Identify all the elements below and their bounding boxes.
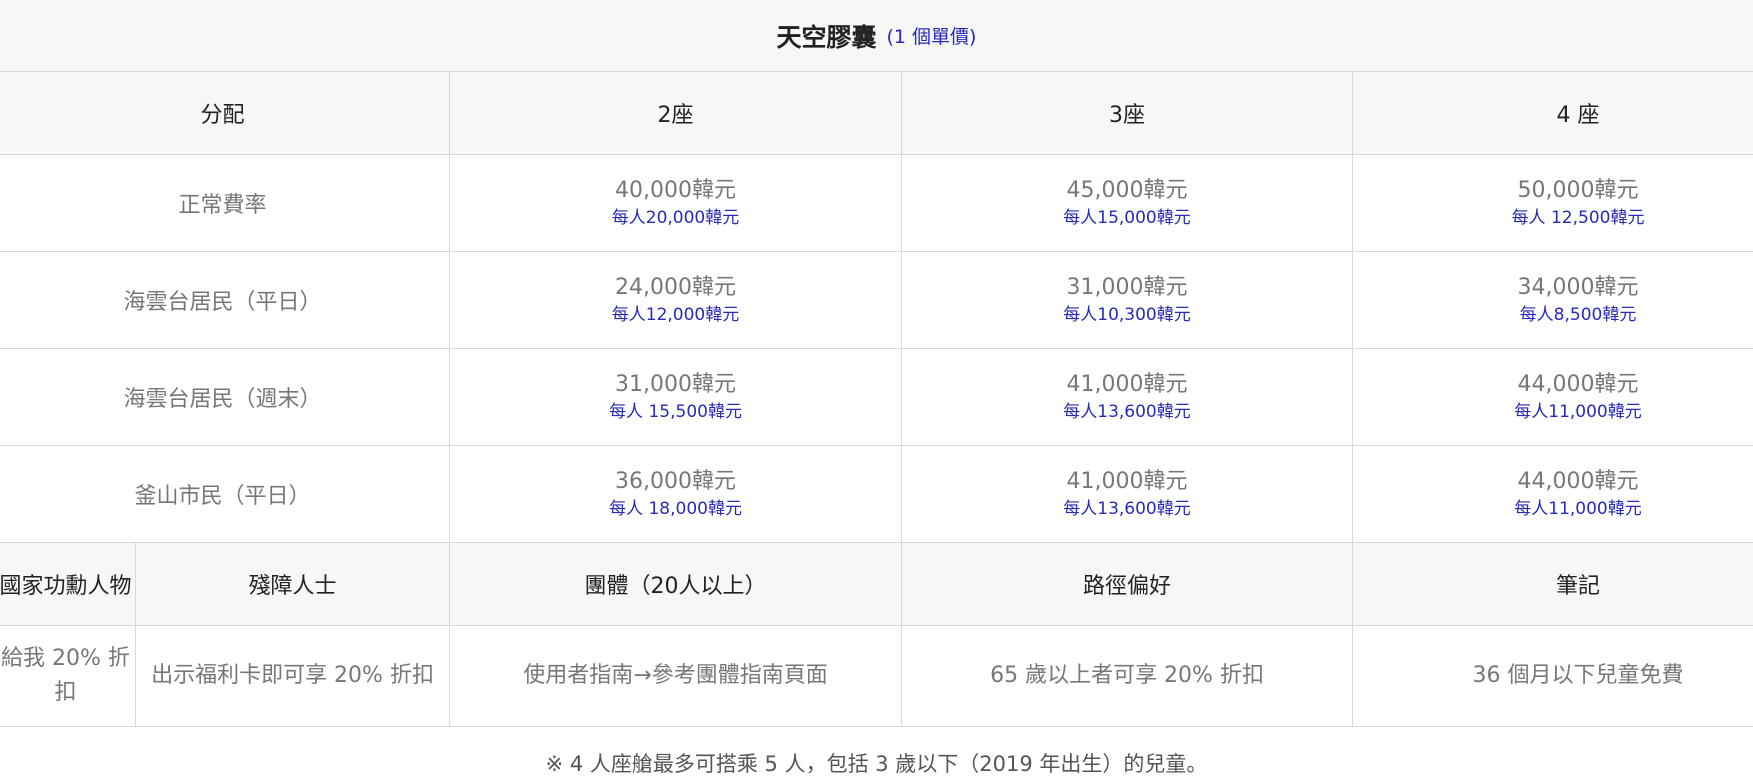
price-cell: 34,000韓元每人8,500韓元 bbox=[1352, 251, 1753, 349]
table-row: 海雲台居民（週末） 31,000韓元每人 15,500韓元 41,000韓元每人… bbox=[0, 348, 1753, 446]
rate-category-label: 海雲台居民（週末） bbox=[0, 348, 451, 446]
table-row: 正常費率 40,000韓元每人20,000韓元 45,000韓元每人15,000… bbox=[0, 154, 1753, 252]
price-cell: 44,000韓元每人11,000韓元 bbox=[1352, 445, 1753, 543]
price-cell: 45,000韓元每人15,000韓元 bbox=[901, 154, 1354, 252]
per-person-price: 每人20,000韓元 bbox=[611, 208, 740, 228]
discount-header-senior: 路徑偏好 bbox=[901, 542, 1354, 626]
per-person-price: 每人10,300韓元 bbox=[1063, 305, 1191, 325]
table-row: 釜山市民（平日） 36,000韓元每人 18,000韓元 41,000韓元每人1… bbox=[0, 445, 1753, 543]
rate-category-label: 正常費率 bbox=[0, 154, 451, 252]
per-person-price: 每人15,000韓元 bbox=[1063, 208, 1191, 228]
unit-price-note: (1 個單價) bbox=[886, 26, 977, 48]
discount-header-row: 國家功勳人物 殘障人士 團體（20人以上） 路徑偏好 筆記 bbox=[0, 542, 1753, 626]
price-cell: 41,000韓元每人13,600韓元 bbox=[901, 445, 1354, 543]
discount-header-veterans: 國家功勳人物 bbox=[0, 542, 136, 626]
total-price: 34,000韓元 bbox=[1517, 275, 1639, 300]
price-cell: 44,000韓元每人11,000韓元 bbox=[1352, 348, 1753, 446]
price-cell: 40,000韓元每人20,000韓元 bbox=[449, 154, 903, 252]
footnote: ※ 4 人座艙最多可搭乘 5 人，包括 3 歲以下（2019 年出生）的兒童。 bbox=[545, 752, 1208, 776]
price-cell: 24,000韓元每人12,000韓元 bbox=[449, 251, 903, 349]
total-price: 41,000韓元 bbox=[1066, 469, 1188, 494]
total-price: 31,000韓元 bbox=[1066, 275, 1188, 300]
per-person-price: 每人 18,000韓元 bbox=[609, 499, 742, 519]
total-price: 45,000韓元 bbox=[1066, 178, 1188, 203]
table-header-row: 分配 2座 3座 4 座 bbox=[0, 71, 1753, 155]
per-person-price: 每人 15,500韓元 bbox=[609, 402, 742, 422]
total-price: 36,000韓元 bbox=[615, 469, 736, 494]
total-price: 40,000韓元 bbox=[615, 178, 736, 203]
category-header: 分配 bbox=[0, 71, 451, 155]
table-row: 海雲台居民（平日） 24,000韓元每人12,000韓元 31,000韓元每人1… bbox=[0, 251, 1753, 349]
seat-3-header: 3座 bbox=[901, 71, 1354, 155]
discount-disabled-value: 出示福利卡即可享 20% 折扣 bbox=[134, 625, 451, 727]
per-person-price: 每人13,600韓元 bbox=[1063, 499, 1191, 519]
per-person-price: 每人12,000韓元 bbox=[611, 305, 740, 325]
total-price: 31,000韓元 bbox=[615, 372, 736, 397]
table-title-bar: 天空膠囊 (1 個單價) bbox=[0, 0, 1753, 72]
discount-header-notes: 筆記 bbox=[1352, 542, 1753, 626]
total-price: 24,000韓元 bbox=[615, 275, 736, 300]
discount-senior-value: 65 歲以上者可享 20% 折扣 bbox=[901, 625, 1354, 727]
price-cell: 31,000韓元每人10,300韓元 bbox=[901, 251, 1354, 349]
per-person-price: 每人11,000韓元 bbox=[1514, 499, 1642, 519]
discount-header-disabled: 殘障人士 bbox=[134, 542, 451, 626]
seat-2-header: 2座 bbox=[449, 71, 903, 155]
price-cell: 41,000韓元每人13,600韓元 bbox=[901, 348, 1354, 446]
discount-values-row: 給我 20% 折扣 出示福利卡即可享 20% 折扣 使用者指南→參考團體指南頁面… bbox=[0, 625, 1753, 727]
discount-notes-value: 36 個月以下兒童免費 bbox=[1352, 625, 1753, 727]
price-cell: 50,000韓元每人 12,500韓元 bbox=[1352, 154, 1753, 252]
table-title: 天空膠囊 bbox=[776, 22, 877, 52]
per-person-price: 每人8,500韓元 bbox=[1519, 305, 1637, 325]
pricing-table: 分配 2座 3座 4 座 正常費率 40,000韓元每人20,000韓元 45,… bbox=[0, 71, 1753, 727]
per-person-price: 每人 12,500韓元 bbox=[1511, 208, 1645, 228]
price-cell: 31,000韓元每人 15,500韓元 bbox=[449, 348, 903, 446]
total-price: 50,000韓元 bbox=[1517, 178, 1639, 203]
per-person-price: 每人13,600韓元 bbox=[1063, 402, 1191, 422]
discount-veterans-value: 給我 20% 折扣 bbox=[0, 625, 136, 727]
total-price: 41,000韓元 bbox=[1066, 372, 1188, 397]
per-person-price: 每人11,000韓元 bbox=[1514, 402, 1642, 422]
total-price: 44,000韓元 bbox=[1517, 372, 1639, 397]
price-cell: 36,000韓元每人 18,000韓元 bbox=[449, 445, 903, 543]
rate-category-label: 釜山市民（平日） bbox=[0, 445, 451, 543]
rate-category-label: 海雲台居民（平日） bbox=[0, 251, 451, 349]
seat-4-header: 4 座 bbox=[1352, 71, 1753, 155]
total-price: 44,000韓元 bbox=[1517, 469, 1639, 494]
discount-header-group: 團體（20人以上） bbox=[449, 542, 903, 626]
discount-group-value: 使用者指南→參考團體指南頁面 bbox=[449, 625, 903, 727]
